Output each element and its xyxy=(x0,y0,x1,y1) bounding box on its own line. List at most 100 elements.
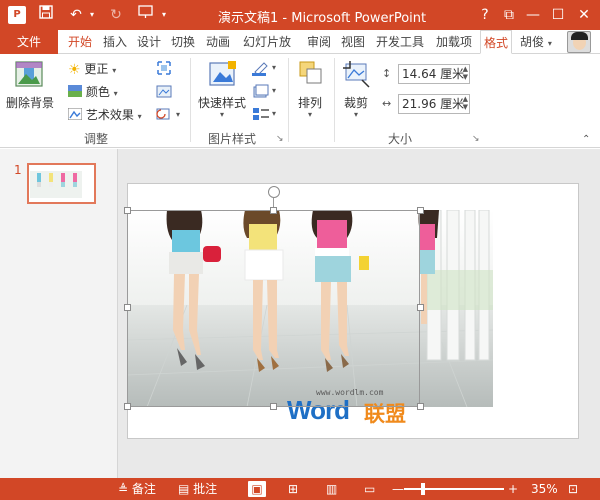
picture-effects-icon[interactable] xyxy=(252,83,270,102)
ribbon: 删除背景 ☀ 更正 ▾ 颜色 ▾ 艺术效果 ▾ ▾ 调整 快速样式 ▾ ▾ ▾ … xyxy=(0,54,600,148)
group-label-picture-styles: 图片样式 xyxy=(208,132,257,146)
compress-pictures-icon[interactable] xyxy=(156,60,172,79)
chevron-down-icon[interactable]: ▾ xyxy=(272,109,276,118)
quick-styles-dropdown-icon[interactable]: ▾ xyxy=(220,110,224,119)
title-bar: P ↶ ▾ ↻ ▾ 演示文稿1 - Microsoft PowerPoint ?… xyxy=(0,0,600,30)
minimize-icon[interactable]: — xyxy=(522,4,544,26)
ribbon-tabs: 文件 开始 插入 设计 切换 动画 幻灯片放 审阅 视图 开发工具 加载项 格式… xyxy=(0,30,600,54)
crop-dropdown-icon[interactable]: ▾ xyxy=(354,110,358,119)
resize-handle-s[interactable] xyxy=(270,403,277,410)
group-divider xyxy=(190,58,191,142)
group-label-adjust: 调整 xyxy=(84,132,109,146)
crop-button[interactable]: 裁剪 xyxy=(344,94,368,111)
spinner-icon[interactable]: ▲ ▼ xyxy=(463,65,468,81)
chevron-down-icon[interactable]: ▾ xyxy=(272,63,276,72)
dialog-launcher-icon[interactable]: ↘ xyxy=(472,134,480,144)
dialog-launcher-icon[interactable]: ↘ xyxy=(276,134,284,144)
comments-button[interactable]: ▤ 批注 xyxy=(178,478,217,500)
tab-transitions[interactable]: 切换 xyxy=(168,30,198,54)
collapse-ribbon-icon[interactable]: ⌃ xyxy=(582,134,590,145)
slideshow-icon[interactable]: ▭ xyxy=(364,478,375,500)
redo-icon[interactable]: ↻ xyxy=(106,5,126,25)
quick-styles-button[interactable]: 快速样式 xyxy=(198,94,246,111)
group-divider xyxy=(288,58,289,142)
resize-handle-w[interactable] xyxy=(124,304,131,311)
resize-handle-ne[interactable] xyxy=(417,207,424,214)
fit-to-window-icon[interactable]: ⊡ xyxy=(568,478,578,500)
tab-view[interactable]: 视图 xyxy=(338,30,368,54)
zoom-level[interactable]: 35% xyxy=(531,478,558,500)
tab-review[interactable]: 审阅 xyxy=(304,30,334,54)
user-name[interactable]: 胡俊 ▾ xyxy=(520,30,552,54)
arrange-button[interactable]: 排列 xyxy=(298,94,322,111)
rotate-handle-icon[interactable] xyxy=(268,186,280,198)
slide-sorter-icon[interactable]: ⊞ xyxy=(288,478,298,500)
picture-selection-frame xyxy=(127,210,420,407)
quick-styles-icon[interactable] xyxy=(208,60,238,90)
remove-background-button[interactable]: 删除背景 xyxy=(6,94,54,111)
undo-dropdown-icon[interactable]: ▾ xyxy=(82,5,102,25)
picture-layout-icon[interactable] xyxy=(252,106,270,125)
reset-picture-dropdown-icon[interactable]: ▾ xyxy=(176,110,180,119)
chevron-down-icon[interactable]: ▾ xyxy=(272,86,276,95)
crop-icon[interactable] xyxy=(342,60,372,90)
reset-picture-icon[interactable] xyxy=(156,106,172,125)
resize-handle-se[interactable] xyxy=(417,403,424,410)
tab-file[interactable]: 文件 xyxy=(0,30,58,54)
arrange-icon[interactable] xyxy=(298,60,324,86)
shape-height-value: 14.64 厘米 xyxy=(402,67,465,81)
notes-button[interactable]: ≜ 备注 xyxy=(118,478,156,500)
normal-view-icon[interactable]: ▣ xyxy=(248,481,266,497)
shape-height-icon: ↕ xyxy=(382,67,392,80)
avatar[interactable] xyxy=(567,31,591,53)
notes-icon: ≜ xyxy=(118,482,129,496)
slide-thumbnail-pane: 1 xyxy=(0,149,118,478)
tab-addins[interactable]: 加载项 xyxy=(432,30,476,54)
shape-width-value: 21.96 厘米 xyxy=(402,97,465,111)
shape-width-field[interactable]: 21.96 厘米 ▲ ▼ xyxy=(398,94,470,114)
tab-developer[interactable]: 开发工具 xyxy=(372,30,428,54)
tab-animations[interactable]: 动画 xyxy=(202,30,234,54)
tab-slideshow[interactable]: 幻灯片放 xyxy=(238,30,296,54)
slide-thumbnail-image xyxy=(29,165,94,202)
maximize-icon[interactable]: ☐ xyxy=(547,4,569,26)
corrections-label: 更正 xyxy=(84,62,109,76)
tab-home[interactable]: 开始 xyxy=(64,30,96,54)
zoom-out-icon[interactable]: — xyxy=(392,478,404,500)
picture-border-icon[interactable] xyxy=(252,60,270,79)
artistic-effects-label: 艺术效果 xyxy=(85,108,134,122)
corrections-button[interactable]: ☀ 更正 ▾ xyxy=(68,60,116,78)
zoom-slider-thumb[interactable] xyxy=(421,483,425,495)
slide-thumbnail[interactable] xyxy=(27,163,96,204)
color-button[interactable]: 颜色 ▾ xyxy=(68,83,118,101)
ribbon-display-options-icon[interactable]: ⧉ xyxy=(498,4,520,26)
save-icon[interactable] xyxy=(36,5,56,25)
tab-insert[interactable]: 插入 xyxy=(100,30,130,54)
notes-label: 备注 xyxy=(131,482,156,496)
change-picture-icon[interactable] xyxy=(156,83,172,102)
chevron-down-icon: ▾ xyxy=(112,66,117,75)
resize-handle-sw[interactable] xyxy=(124,403,131,410)
sun-icon: ☀ xyxy=(68,61,81,78)
user-name-label: 胡俊 xyxy=(520,35,545,49)
help-icon[interactable]: ? xyxy=(474,4,496,26)
close-icon[interactable]: ✕ xyxy=(573,4,595,26)
artistic-effects-button[interactable]: 艺术效果 ▾ xyxy=(67,106,142,124)
reading-view-icon[interactable]: ▥ xyxy=(326,478,337,500)
tab-design[interactable]: 设计 xyxy=(134,30,164,54)
zoom-slider-track[interactable] xyxy=(404,488,504,490)
spinner-icon[interactable]: ▲ ▼ xyxy=(463,95,468,111)
resize-handle-n[interactable] xyxy=(270,207,277,214)
color-label: 颜色 xyxy=(85,85,110,99)
resize-handle-nw[interactable] xyxy=(124,207,131,214)
customize-toolbar-icon[interactable]: ▾ xyxy=(154,5,174,25)
arrange-dropdown-icon[interactable]: ▾ xyxy=(308,110,312,119)
tab-format[interactable]: 格式 xyxy=(480,30,512,54)
resize-handle-e[interactable] xyxy=(417,304,424,311)
start-from-beginning-icon[interactable] xyxy=(136,5,156,25)
remove-background-icon[interactable] xyxy=(14,60,44,90)
powerpoint-logo-icon: P xyxy=(8,6,26,24)
chevron-down-icon: ▾ xyxy=(113,89,118,98)
shape-height-field[interactable]: 14.64 厘米 ▲ ▼ xyxy=(398,64,470,84)
zoom-in-icon[interactable]: + xyxy=(508,478,518,500)
